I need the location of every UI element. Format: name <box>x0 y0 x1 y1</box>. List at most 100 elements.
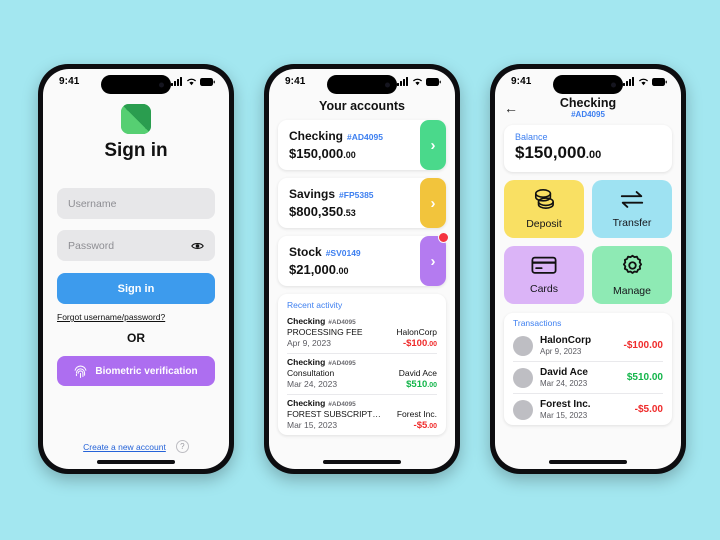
gear-icon <box>621 254 644 282</box>
signin-footer: Create a new account ? <box>57 440 215 453</box>
transactions-card: Transactions HalonCorp Apr 9, 2023 -$100.0… <box>504 313 672 425</box>
activity-row[interactable]: Checking #AD4095 PROCESSING FEE HalonCorp Ap… <box>287 313 437 354</box>
wifi-icon <box>639 78 648 86</box>
account-amount-main: $21,000 <box>289 262 336 277</box>
transaction-row[interactable]: David Ace Mar 24, 2023 $510.00 <box>513 362 663 394</box>
transaction-row[interactable]: HalonCorp Apr 9, 2023 -$100.00 <box>513 330 663 362</box>
account-open-chevron-icon[interactable]: › <box>420 232 449 286</box>
screen-signin: 9:41 Sign in Username Password Sign in F… <box>43 69 229 469</box>
phone-accounts: 9:41 Your accounts Checking #AD4095 $150… <box>264 64 460 474</box>
account-open-chevron-icon[interactable]: › <box>420 120 446 170</box>
activity-description: FOREST SUBSCRIPTI… <box>287 409 382 419</box>
account-amount: $150,000.00 <box>289 146 420 161</box>
forgot-credentials-link[interactable]: Forgot username/password? <box>57 312 215 322</box>
transaction-info: David Ace Mar 24, 2023 <box>540 367 620 388</box>
notification-badge <box>438 232 449 243</box>
transaction-info: Forest Inc. Mar 15, 2023 <box>540 399 628 420</box>
account-card[interactable]: Stock #SV0149 $21,000.00 › <box>278 232 449 286</box>
username-input[interactable]: Username <box>57 188 215 219</box>
battery-icon <box>200 77 215 86</box>
transaction-amount: -$5.00 <box>634 404 663 415</box>
account-id: #FP5385 <box>339 190 374 200</box>
accounts-list: Checking #AD4095 $150,000.00 › Savings #FP538… <box>278 120 449 286</box>
screen-checking-detail: 9:41 ← Checking #AD4095 Balance $150,000… <box>495 69 681 469</box>
activity-account-id: #AD4095 <box>328 319 356 326</box>
account-open-chevron-icon[interactable]: › <box>420 178 446 228</box>
app-logo-leaf-icon <box>121 104 151 134</box>
activity-description: PROCESSING FEE <box>287 327 363 337</box>
account-heading: Stock #SV0149 <box>289 245 420 259</box>
transaction-amount: $510.00 <box>626 372 663 383</box>
cellular-signal-icon <box>171 77 182 86</box>
transaction-date: Mar 15, 2023 <box>540 411 588 420</box>
account-card[interactable]: Checking #AD4095 $150,000.00 › <box>278 120 446 170</box>
transaction-row[interactable]: Forest Inc. Mar 15, 2023 -$5.00 <box>513 394 663 425</box>
account-card[interactable]: Savings #FP5385 $800,350.53 › <box>278 178 446 228</box>
activity-amount: -$5.00 <box>414 420 437 431</box>
accounts-body: Your accounts Checking #AD4095 $150,000.00… <box>269 99 455 469</box>
account-amount: $21,000.00 <box>289 262 420 277</box>
activity-detail-row: FOREST SUBSCRIPTI… Forest Inc. <box>287 409 437 419</box>
quick-action-deposit[interactable]: Deposit <box>504 180 584 238</box>
activity-account-name: Checking <box>287 357 326 367</box>
activity-amount: $510.00 <box>406 379 437 390</box>
transaction-name: HalonCorp <box>540 335 592 346</box>
password-input[interactable]: Password <box>57 230 215 261</box>
battery-icon <box>652 77 667 86</box>
status-time: 9:41 <box>285 76 306 87</box>
activity-account: Checking #AD4095 <box>287 316 437 326</box>
transaction-name: Forest Inc. <box>540 399 591 410</box>
transaction-date: Mar 24, 2023 <box>540 379 588 388</box>
activity-meta-row: Mar 24, 2023 $510.00 <box>287 379 437 390</box>
account-name: Stock <box>289 245 322 259</box>
activity-detail-row: Consultation David Ace <box>287 368 437 378</box>
eye-icon[interactable] <box>191 241 204 251</box>
balance-amount-main: $150,000 <box>515 143 586 162</box>
transaction-name: David Ace <box>540 367 588 378</box>
avatar <box>513 399 533 420</box>
wifi-icon <box>187 78 196 86</box>
battery-icon <box>426 77 441 86</box>
avatar <box>513 367 533 388</box>
account-id: #SV0149 <box>325 248 361 258</box>
account-id: #AD4095 <box>347 132 383 142</box>
balance-card: Balance $150,000.00 <box>504 125 672 172</box>
phone-signin: 9:41 Sign in Username Password Sign in F… <box>38 64 234 474</box>
help-icon[interactable]: ? <box>175 440 189 453</box>
fingerprint-icon <box>74 365 87 378</box>
activity-account-id: #AD4095 <box>328 360 356 367</box>
biometric-verification-button[interactable]: Biometric verification <box>57 356 215 386</box>
transaction-info: HalonCorp Apr 9, 2023 <box>540 335 617 356</box>
page-title: Sign in <box>104 140 168 161</box>
activity-amount-cents: .00 <box>427 382 437 389</box>
activity-amount-main: -$100 <box>402 338 428 349</box>
quick-action-label: Cards <box>529 283 558 295</box>
activity-row[interactable]: Checking #AD4095 FOREST SUBSCRIPTI… Forest … <box>287 395 437 435</box>
activity-account-id: #AD4095 <box>328 401 356 408</box>
create-account-link[interactable]: Create a new account <box>83 442 166 452</box>
quick-action-transfer[interactable]: Transfer <box>592 180 672 238</box>
recent-activity-title: Recent activity <box>287 300 343 310</box>
account-amount-cents: .53 <box>343 208 356 218</box>
cellular-signal-icon <box>397 77 408 86</box>
cellular-signal-icon <box>623 77 634 86</box>
activity-row[interactable]: Checking #AD4095 Consultation David Ace Mar … <box>287 354 437 395</box>
page-title: Checking <box>559 96 617 110</box>
detail-title-wrap: Checking #AD4095 <box>504 96 672 119</box>
quick-action-manage[interactable]: Manage <box>592 246 672 304</box>
balance-label: Balance <box>515 132 548 142</box>
transaction-date: Apr 9, 2023 <box>540 347 582 356</box>
home-indicator <box>323 460 401 464</box>
account-info: Checking #AD4095 $150,000.00 <box>278 129 420 161</box>
quick-action-label: Transfer <box>612 217 652 229</box>
transactions-title: Transactions <box>513 318 562 328</box>
quick-action-cards[interactable]: Cards <box>504 246 584 304</box>
screen-accounts: 9:41 Your accounts Checking #AD4095 $150… <box>269 69 455 469</box>
avatar <box>513 335 533 356</box>
recent-activity-list: Checking #AD4095 PROCESSING FEE HalonCorp Ap… <box>287 313 437 435</box>
activity-meta-row: Mar 15, 2023 -$5.00 <box>287 420 437 431</box>
status-time: 9:41 <box>511 76 532 87</box>
signin-button[interactable]: Sign in <box>57 273 215 304</box>
activity-description: Consultation <box>287 368 335 378</box>
account-amount-cents: .00 <box>343 150 356 160</box>
